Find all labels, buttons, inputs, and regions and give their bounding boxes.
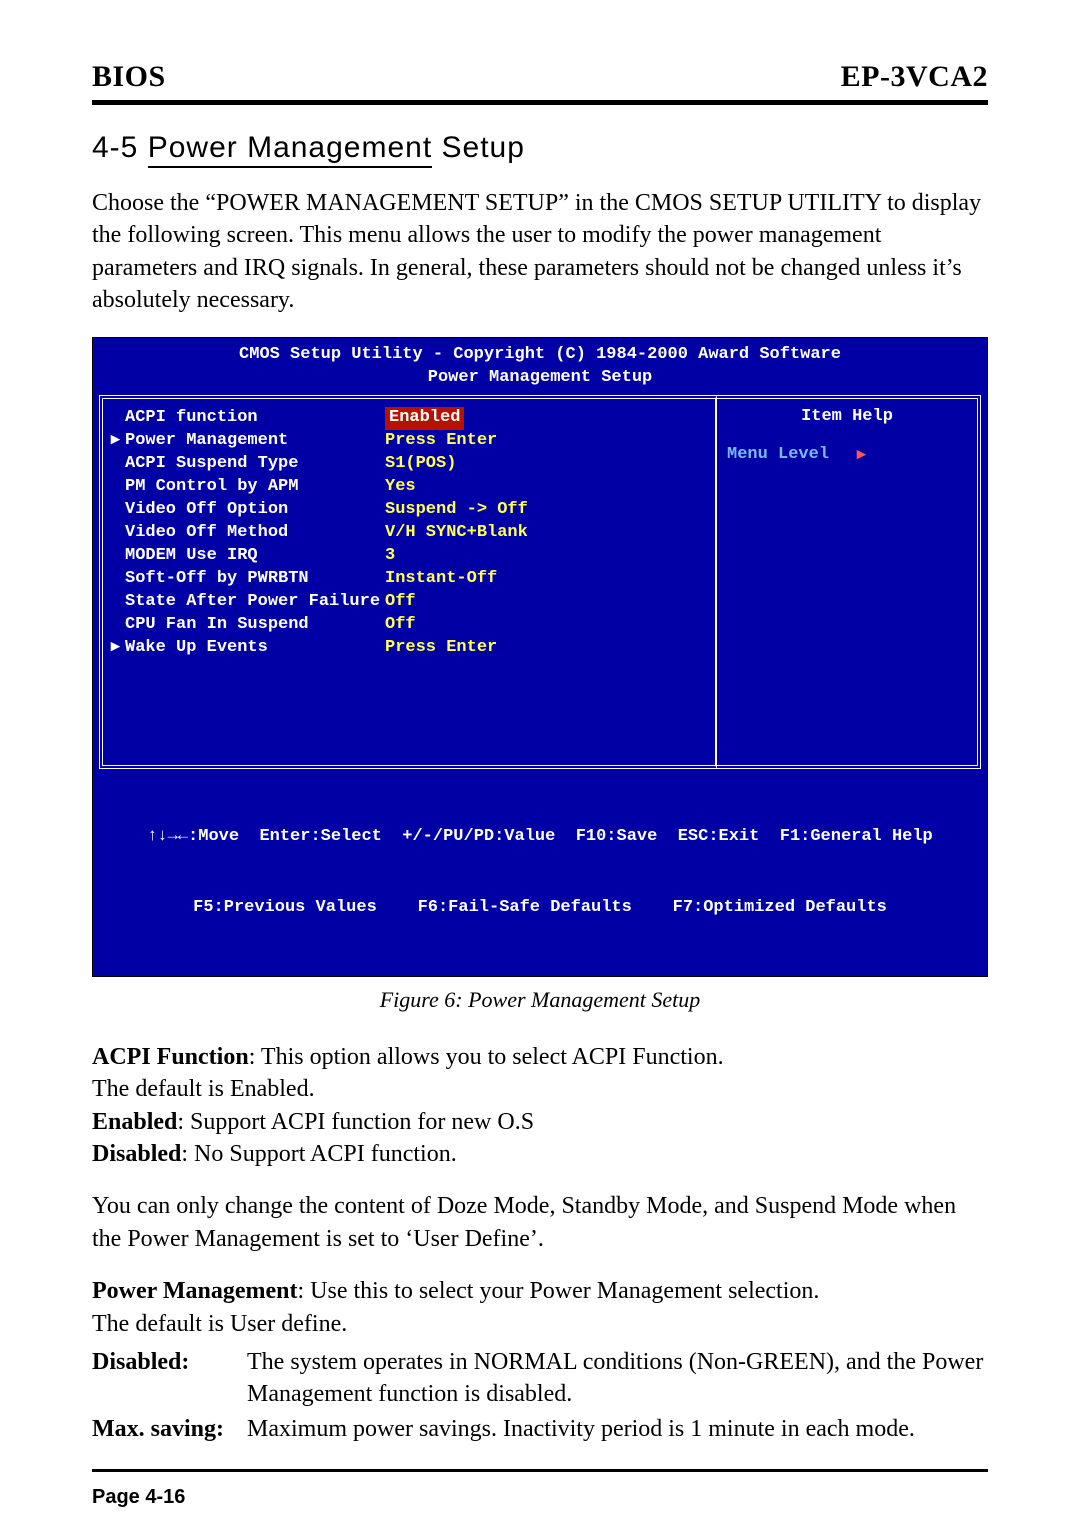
bios-row-label: Wake Up Events (125, 637, 385, 660)
definition-desc: Maximum power savings. Inactivity period… (247, 1413, 988, 1445)
power-management-para: Power Management: Use this to select you… (92, 1275, 988, 1340)
section-number: 4-5 (92, 131, 138, 164)
triangle-right-icon (111, 453, 125, 476)
bios-row-value: Off (385, 614, 416, 637)
triangle-right-icon (111, 614, 125, 637)
bios-row-value: Suspend -> Off (385, 499, 528, 522)
bios-row-value: Yes (385, 476, 416, 499)
bios-row: PM Control by APMYes (111, 476, 705, 499)
bios-row-label: State After Power Failure (125, 591, 385, 614)
footer-rule (92, 1469, 988, 1472)
pm-text: : Use this to select your Power Manageme… (298, 1278, 820, 1304)
bios-screenshot: CMOS Setup Utility - Copyright (C) 1984-… (92, 337, 988, 977)
triangle-right-icon: ▸ (111, 637, 125, 660)
definition-desc: The system operates in NORMAL conditions… (247, 1346, 988, 1411)
disabled-text: : No Support ACPI function. (181, 1141, 456, 1167)
section-title: 4-5 Power Management Setup (92, 131, 988, 165)
bios-row-value: Press Enter (385, 430, 497, 453)
triangle-right-icon (111, 522, 125, 545)
triangle-right-icon (111, 545, 125, 568)
bios-row: State After Power FailureOff (111, 591, 705, 614)
bios-row-value: Instant-Off (385, 568, 497, 591)
header-rule (92, 100, 988, 105)
bios-row-label: MODEM Use IRQ (125, 545, 385, 568)
bios-row-value: 3 (385, 545, 395, 568)
section-title-rest: Setup (432, 131, 525, 164)
figure-caption: Figure 6: Power Management Setup (92, 987, 988, 1013)
disabled-label: Disabled (92, 1141, 181, 1167)
triangle-right-icon: ▸ (111, 430, 125, 453)
bios-title-line2: Power Management Setup (97, 367, 983, 390)
bios-row: ▸Wake Up EventsPress Enter (111, 637, 705, 660)
item-help-title: Item Help (727, 407, 967, 426)
bios-row: MODEM Use IRQ3 (111, 545, 705, 568)
page-header: BIOS EP-3VCA2 (92, 60, 988, 98)
pm-label: Power Management (92, 1278, 298, 1304)
header-left: BIOS (92, 60, 166, 94)
bios-footer-line1: ↑↓→←:Move Enter:Select +/-/PU/PD:Value F… (99, 825, 981, 849)
bios-row-value: S1(POS) (385, 453, 456, 476)
bios-title: CMOS Setup Utility - Copyright (C) 1984-… (93, 338, 987, 392)
bios-body: ACPI functionEnabled▸Power ManagementPre… (99, 395, 981, 769)
bios-row-label: ACPI function (125, 407, 385, 430)
bios-row-value: Off (385, 591, 416, 614)
bios-title-line1: CMOS Setup Utility - Copyright (C) 1984-… (97, 344, 983, 367)
bios-row: ACPI Suspend TypeS1(POS) (111, 453, 705, 476)
bios-row-label: Power Management (125, 430, 385, 453)
bios-row: Soft-Off by PWRBTNInstant-Off (111, 568, 705, 591)
bios-row-label: CPU Fan In Suspend (125, 614, 385, 637)
definition-term: Disabled: (92, 1346, 247, 1411)
acpi-default-line: The default is Enabled. (92, 1076, 315, 1102)
acpi-function-text: : This option allows you to select ACPI … (249, 1044, 724, 1070)
bios-row-label: Soft-Off by PWRBTN (125, 568, 385, 591)
triangle-right-icon (111, 591, 125, 614)
bios-right-panel: Item Help Menu Level ▸ (717, 395, 981, 769)
intro-paragraph: Choose the “POWER MANAGEMENT SETUP” in t… (92, 187, 988, 317)
document-page: BIOS EP-3VCA2 4-5 Power Management Setup… (0, 0, 1080, 1539)
triangle-right-icon: ▸ (857, 444, 866, 465)
pm-default-line: The default is User define. (92, 1311, 347, 1337)
triangle-right-icon (111, 499, 125, 522)
bios-row-value: Enabled (385, 407, 464, 430)
acpi-function-label: ACPI Function (92, 1044, 249, 1070)
definition-list: Disabled:The system operates in NORMAL c… (92, 1346, 988, 1445)
section-title-underlined: Power Management (148, 131, 432, 168)
bios-row: CPU Fan In SuspendOff (111, 614, 705, 637)
bios-row-label: ACPI Suspend Type (125, 453, 385, 476)
doze-paragraph: You can only change the content of Doze … (92, 1190, 988, 1255)
triangle-right-icon (111, 568, 125, 591)
triangle-right-icon (111, 407, 125, 430)
menu-level-row: Menu Level ▸ (727, 444, 967, 465)
definition-term: Max. saving: (92, 1413, 247, 1445)
acpi-function-para: ACPI Function: This option allows you to… (92, 1041, 988, 1171)
bios-row: Video Off MethodV/H SYNC+Blank (111, 522, 705, 545)
bios-row: ACPI functionEnabled (111, 407, 705, 430)
menu-level-label: Menu Level (727, 445, 829, 464)
definition-row: Disabled:The system operates in NORMAL c… (92, 1346, 988, 1411)
header-right: EP-3VCA2 (841, 60, 988, 94)
bios-footer-line2: F5:Previous Values F6:Fail-Safe Defaults… (99, 896, 981, 920)
bios-row-value: V/H SYNC+Blank (385, 522, 528, 545)
bios-left-panel: ACPI functionEnabled▸Power ManagementPre… (99, 395, 717, 769)
enabled-label: Enabled (92, 1109, 177, 1135)
bios-row-value: Press Enter (385, 637, 497, 660)
bios-footer: ↑↓→←:Move Enter:Select +/-/PU/PD:Value F… (93, 773, 987, 975)
bios-row-label: Video Off Option (125, 499, 385, 522)
bios-row: ▸Power ManagementPress Enter (111, 430, 705, 453)
bios-row: Video Off OptionSuspend -> Off (111, 499, 705, 522)
bios-row-label: Video Off Method (125, 522, 385, 545)
bios-row-label: PM Control by APM (125, 476, 385, 499)
triangle-right-icon (111, 476, 125, 499)
enabled-text: : Support ACPI function for new O.S (177, 1109, 534, 1135)
page-number: Page 4-16 (92, 1486, 988, 1509)
definition-row: Max. saving:Maximum power savings. Inact… (92, 1413, 988, 1445)
